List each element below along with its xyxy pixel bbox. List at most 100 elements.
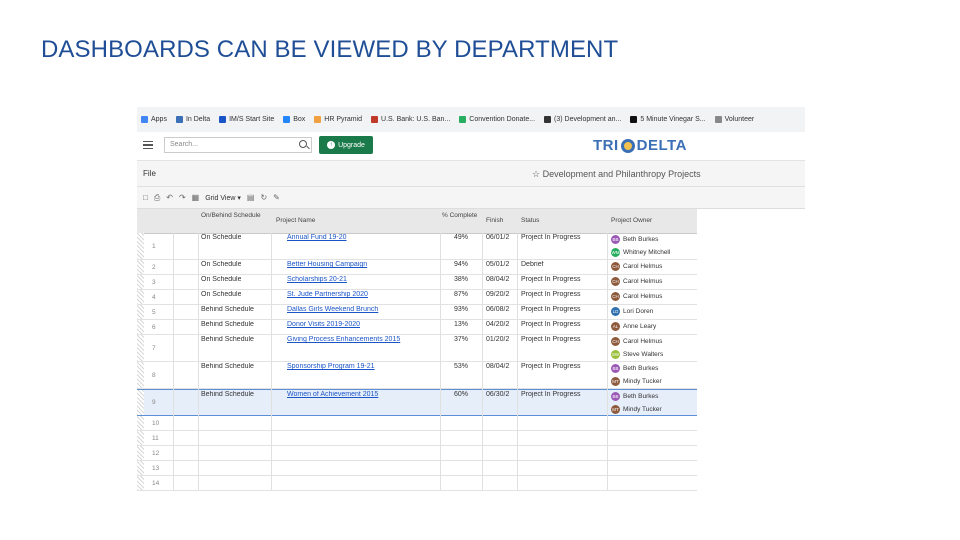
project-name-link[interactable]: Sponsorship Program 19-21 xyxy=(287,363,437,370)
finish-date-cell[interactable]: 06/08/2 xyxy=(486,306,509,313)
col-header-complete[interactable]: % Complete xyxy=(442,212,480,220)
percent-complete-cell[interactable]: 38% xyxy=(454,276,468,283)
percent-complete-cell[interactable]: 87% xyxy=(454,291,468,298)
status-cell[interactable]: Project In Progress xyxy=(521,306,581,313)
percent-complete-cell[interactable]: 49% xyxy=(454,234,468,241)
status-cell[interactable]: Project In Progress xyxy=(521,321,581,328)
schedule-cell[interactable]: On Schedule xyxy=(201,276,241,283)
table-row[interactable]: 10 xyxy=(137,416,697,431)
finish-date-cell[interactable]: 08/04/2 xyxy=(486,363,509,370)
status-cell[interactable]: Project In Progress xyxy=(521,336,581,343)
search-input[interactable]: Search... xyxy=(164,137,312,153)
upgrade-button[interactable]: ↑ Upgrade xyxy=(319,136,373,154)
bookmark-item[interactable]: U.S. Bank: U.S. Ban... xyxy=(371,116,450,123)
schedule-cell[interactable]: Behind Schedule xyxy=(201,336,254,343)
table-row[interactable]: 14 xyxy=(137,476,697,491)
table-row[interactable]: 8 Behind Schedule Sponsorship Program 19-2… xyxy=(137,362,697,389)
finish-date-cell[interactable]: 09/20/2 xyxy=(486,291,509,298)
schedule-cell[interactable]: Behind Schedule xyxy=(201,391,254,398)
owner-chip[interactable]: CH Carol Helmus xyxy=(611,277,662,286)
print-icon[interactable]: ⎙ xyxy=(154,193,160,203)
bookmark-item[interactable]: Convention Donate... xyxy=(459,116,535,123)
undo-icon[interactable]: ↶ xyxy=(166,193,173,202)
bookmark-item[interactable]: Apps xyxy=(141,116,167,123)
bookmark-item[interactable]: 5 Minute Vinegar S... xyxy=(630,116,706,123)
project-name-link[interactable]: Dallas Girls Weekend Brunch xyxy=(287,306,437,313)
col-header-owner[interactable]: Project Owner xyxy=(611,217,652,225)
schedule-cell[interactable]: Behind Schedule xyxy=(201,306,254,313)
percent-complete-cell[interactable]: 94% xyxy=(454,261,468,268)
project-name-link[interactable]: Annual Fund 19-20 xyxy=(287,234,437,241)
owner-chip[interactable]: AL Anne Leary xyxy=(611,322,656,331)
search-icon[interactable] xyxy=(299,140,307,148)
project-name-link[interactable]: Women of Achievement 2015 xyxy=(287,391,437,398)
finish-date-cell[interactable]: 04/20/2 xyxy=(486,321,509,328)
schedule-cell[interactable]: On Schedule xyxy=(201,261,241,268)
status-cell[interactable]: Project In Progress xyxy=(521,291,581,298)
schedule-cell[interactable]: Behind Schedule xyxy=(201,321,254,328)
format-painter-icon[interactable]: ✎ xyxy=(273,193,280,202)
status-cell[interactable]: Project In Progress xyxy=(521,276,581,283)
owner-chip[interactable]: BB Beth Burkes xyxy=(611,392,658,401)
project-name-link[interactable]: Donor Visits 2019-2020 xyxy=(287,321,437,328)
owner-chip[interactable]: SW Steve Walters xyxy=(611,350,663,359)
table-row[interactable]: 11 xyxy=(137,431,697,446)
table-row[interactable]: 3 On Schedule Scholarships 20-21 38% 08/04/2… xyxy=(137,275,697,290)
bookmark-item[interactable]: HR Pyramid xyxy=(314,116,362,123)
save-icon[interactable]: □ xyxy=(143,193,148,202)
table-row[interactable]: 1 On Schedule Annual Fund 19-20 49% 06/01/2 P… xyxy=(137,233,697,260)
percent-complete-cell[interactable]: 37% xyxy=(454,336,468,343)
status-cell[interactable]: Project In Progress xyxy=(521,391,581,398)
schedule-cell[interactable]: On Schedule xyxy=(201,234,241,241)
owner-chip[interactable]: BB Beth Burkes xyxy=(611,235,658,244)
owner-chip[interactable]: LD Lori Doren xyxy=(611,307,653,316)
project-name-link[interactable]: Giving Process Enhancements 2015 xyxy=(287,336,437,343)
owner-chip[interactable]: WM Whitney Mitchell xyxy=(611,248,670,257)
bookmark-item[interactable]: (3) Development an... xyxy=(544,116,621,123)
schedule-cell[interactable]: Behind Schedule xyxy=(201,363,254,370)
owner-chip[interactable]: CH Carol Helmus xyxy=(611,262,662,271)
finish-date-cell[interactable]: 06/01/2 xyxy=(486,234,509,241)
col-header-schedule[interactable]: On/Behind Schedule xyxy=(201,212,261,220)
table-row[interactable]: 2 On Schedule Better Housing Campaign 94% 05… xyxy=(137,260,697,275)
bookmark-item[interactable]: IM/S Start Site xyxy=(219,116,274,123)
table-row[interactable]: 13 xyxy=(137,461,697,476)
owner-chip[interactable]: MT Mindy Tucker xyxy=(611,377,662,386)
col-header-status[interactable]: Status xyxy=(521,217,539,225)
bookmark-item[interactable]: Box xyxy=(283,116,305,123)
owner-chip[interactable]: CH Carol Helmus xyxy=(611,292,662,301)
grid-view-dropdown[interactable]: Grid View ▾ xyxy=(205,194,241,202)
menu-icon[interactable] xyxy=(143,141,153,149)
filter-icon[interactable]: ▤ xyxy=(247,193,255,202)
finish-date-cell[interactable]: 06/30/2 xyxy=(486,391,509,398)
refresh-icon[interactable]: ↻ xyxy=(260,193,267,202)
table-row[interactable]: 5 Behind Schedule Dallas Girls Weekend Bru… xyxy=(137,305,697,320)
table-row[interactable]: 6 Behind Schedule Donor Visits 2019-2020 13… xyxy=(137,320,697,335)
finish-date-cell[interactable]: 01/20/2 xyxy=(486,336,509,343)
col-header-finish[interactable]: Finish xyxy=(486,217,503,225)
status-cell[interactable]: Debrief xyxy=(521,261,544,268)
bookmark-item[interactable]: In Delta xyxy=(175,116,210,123)
project-name-link[interactable]: Scholarships 20-21 xyxy=(287,276,437,283)
schedule-cell[interactable]: On Schedule xyxy=(201,291,241,298)
table-row[interactable]: 7 Behind Schedule Giving Process Enhanceme… xyxy=(137,335,697,362)
owner-chip[interactable]: BB Beth Burkes xyxy=(611,364,658,373)
percent-complete-cell[interactable]: 13% xyxy=(454,321,468,328)
finish-date-cell[interactable]: 08/04/2 xyxy=(486,276,509,283)
col-header-project[interactable]: Project Name xyxy=(276,217,315,225)
status-cell[interactable]: Project In Progress xyxy=(521,234,581,241)
percent-complete-cell[interactable]: 53% xyxy=(454,363,468,370)
table-row[interactable]: 9 Behind Schedule Women of Achievement 201… xyxy=(137,389,697,416)
status-cell[interactable]: Project In Progress xyxy=(521,363,581,370)
file-menu[interactable]: File xyxy=(143,169,156,178)
table-row[interactable]: 12 xyxy=(137,446,697,461)
owner-chip[interactable]: CH Carol Helmus xyxy=(611,337,662,346)
redo-icon[interactable]: ↷ xyxy=(179,193,186,202)
project-name-link[interactable]: St. Jude Partnership 2020 xyxy=(287,291,437,298)
bookmark-item[interactable]: Volunteer xyxy=(714,116,754,123)
percent-complete-cell[interactable]: 93% xyxy=(454,306,468,313)
owner-chip[interactable]: MT Mindy Tucker xyxy=(611,405,662,414)
finish-date-cell[interactable]: 05/01/2 xyxy=(486,261,509,268)
table-row[interactable]: 4 On Schedule St. Jude Partnership 2020 87%… xyxy=(137,290,697,305)
percent-complete-cell[interactable]: 60% xyxy=(454,391,468,398)
